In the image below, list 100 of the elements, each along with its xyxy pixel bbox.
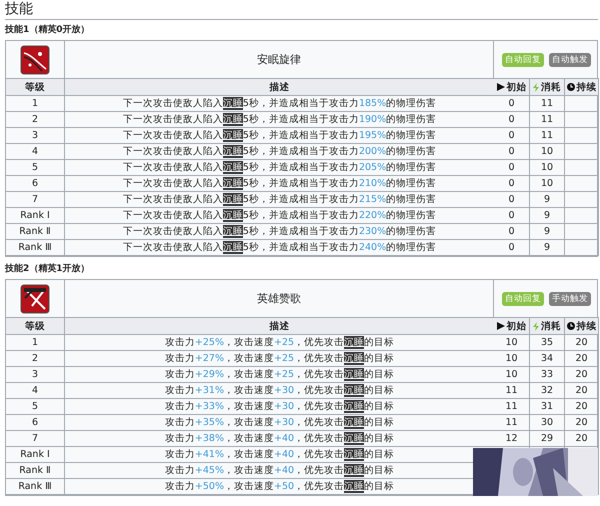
table-cell: 4 <box>6 383 65 399</box>
skill-icon <box>20 44 50 74</box>
table-cell: 9 <box>530 208 565 224</box>
table-cell: 10 <box>530 176 565 192</box>
table-cell: 11 <box>494 399 530 415</box>
skill-tag: 手动触发 <box>549 292 591 306</box>
skill-tag: 自动触发 <box>549 52 591 66</box>
table-cell: 11 <box>494 383 530 399</box>
page-title: 技能 <box>5 0 598 20</box>
column-header: 初始 <box>506 320 526 332</box>
table-cell: 20 <box>565 415 599 431</box>
table-cell: 34 <box>530 351 565 367</box>
description-cell: 下一次攻击使敌人陷入沉睡5秒，并造成相当于攻击力 195%的物理伤害 <box>65 128 494 144</box>
table-cell: 0 <box>494 144 530 160</box>
skill-tag: 自动回复 <box>502 52 544 66</box>
description-cell: 攻击力+29%，攻击速度+25，优先攻击沉睡的目标 <box>65 367 494 383</box>
table-cell: 11 <box>494 415 530 431</box>
table-cell: 0 <box>494 240 530 256</box>
column-header: 描述 <box>270 80 290 94</box>
table-cell: 31 <box>530 399 565 415</box>
description-cell: 攻击力+35%，攻击速度+30，优先攻击沉睡的目标 <box>65 415 494 431</box>
table-cell: Rank Ⅰ <box>6 208 65 224</box>
description-cell: 下一次攻击使敌人陷入沉睡5秒，并造成相当于攻击力 230%的物理伤害 <box>65 224 494 240</box>
table-cell: 10 <box>494 351 530 367</box>
table-cell: 3 <box>6 367 65 383</box>
lightning-icon <box>533 82 539 92</box>
table-cell: 9 <box>530 192 565 208</box>
table-cell: Rank Ⅱ <box>6 463 65 479</box>
table-cell: 2 <box>6 351 65 367</box>
description-cell: 下一次攻击使敌人陷入沉睡5秒，并造成相当于攻击力 200%的物理伤害 <box>65 144 494 160</box>
table-cell: 7 <box>6 192 65 208</box>
table-cell: 9 <box>530 224 565 240</box>
table-cell: 6 <box>6 176 65 192</box>
table-cell: 11 <box>530 128 565 144</box>
play-icon <box>496 322 504 330</box>
table-cell: 20 <box>565 351 599 367</box>
column-header: 消耗 <box>541 80 561 94</box>
table-cell: 0 <box>494 160 530 176</box>
table-cell: 3 <box>6 128 65 144</box>
skill-icon <box>20 284 50 314</box>
table-cell: 9 <box>530 240 565 256</box>
description-cell: 下一次攻击使敌人陷入沉睡5秒，并造成相当于攻击力 190%的物理伤害 <box>65 112 494 128</box>
table-cell: 0 <box>494 128 530 144</box>
clock-icon <box>566 83 574 91</box>
description-cell: 下一次攻击使敌人陷入沉睡5秒，并造成相当于攻击力 185%的物理伤害 <box>65 96 494 112</box>
description-cell: 攻击力+33%，攻击速度+30，优先攻击沉睡的目标 <box>65 399 494 415</box>
description-cell: 下一次攻击使敌人陷入沉睡5秒，并造成相当于攻击力 210%的物理伤害 <box>65 176 494 192</box>
table-cell: 20 <box>565 367 599 383</box>
table-cell: 10 <box>530 144 565 160</box>
table-cell: 20 <box>565 335 599 351</box>
play-icon <box>496 83 504 91</box>
table-cell: 32 <box>530 383 565 399</box>
column-header: 持续 <box>576 80 596 94</box>
description-cell: 攻击力+27%，攻击速度+25，优先攻击沉睡的目标 <box>65 351 494 367</box>
description-cell: 下一次攻击使敌人陷入沉睡5秒，并造成相当于攻击力 240%的物理伤害 <box>65 240 494 256</box>
skill-heading: 技能1（精英0开放） <box>5 24 91 36</box>
table-cell: Rank Ⅲ <box>6 240 65 256</box>
table-cell: Rank Ⅰ <box>6 447 65 463</box>
description-cell: 下一次攻击使敌人陷入沉睡5秒，并造成相当于攻击力 205%的物理伤害 <box>65 160 494 176</box>
table-cell: 33 <box>530 367 565 383</box>
column-header: 描述 <box>270 320 290 332</box>
table-cell: 0 <box>494 192 530 208</box>
clock-icon <box>566 322 574 330</box>
table-cell: 10 <box>494 335 530 351</box>
table-cell: 20 <box>565 431 599 447</box>
skill-name: 英雄赞歌 <box>257 291 301 306</box>
table-cell: 20 <box>565 383 599 399</box>
column-header: 初始 <box>506 80 526 94</box>
description-cell: 攻击力+31%，攻击速度+30，优先攻击沉睡的目标 <box>65 383 494 399</box>
table-cell: 5 <box>6 399 65 415</box>
table-cell: 4 <box>6 144 65 160</box>
table-cell: 29 <box>530 431 565 447</box>
table-cell: 1 <box>6 335 65 351</box>
table-cell: 11 <box>530 112 565 128</box>
lightning-icon <box>533 322 539 330</box>
table-cell: 0 <box>494 224 530 240</box>
table-cell: 7 <box>6 431 65 447</box>
skill-name: 安眠旋律 <box>257 52 301 67</box>
table-cell: 30 <box>530 415 565 431</box>
column-header: 等级 <box>25 320 45 332</box>
table-cell: 0 <box>494 208 530 224</box>
table-cell: 0 <box>494 96 530 112</box>
column-header: 持续 <box>576 320 596 332</box>
table-cell: 10 <box>494 367 530 383</box>
table-cell: 5 <box>6 160 65 176</box>
skill-tag: 自动回复 <box>502 292 544 306</box>
skill-heading: 技能2（精英1开放） <box>5 263 91 275</box>
column-header: 消耗 <box>541 320 561 332</box>
table-cell: 11 <box>530 96 565 112</box>
table-cell: 2 <box>6 112 65 128</box>
table-cell: Rank Ⅱ <box>6 224 65 240</box>
table-cell: 35 <box>530 335 565 351</box>
description-cell: 下一次攻击使敌人陷入沉睡5秒，并造成相当于攻击力 215%的物理伤害 <box>65 192 494 208</box>
table-cell: 1 <box>6 96 65 112</box>
table-cell: 12 <box>494 431 530 447</box>
description-cell: 攻击力+25%，攻击速度+25，优先攻击沉睡的目标 <box>65 335 494 351</box>
table-cell: 10 <box>530 160 565 176</box>
table-cell: 20 <box>565 399 599 415</box>
column-header: 等级 <box>25 80 45 94</box>
table-cell: 0 <box>494 176 530 192</box>
